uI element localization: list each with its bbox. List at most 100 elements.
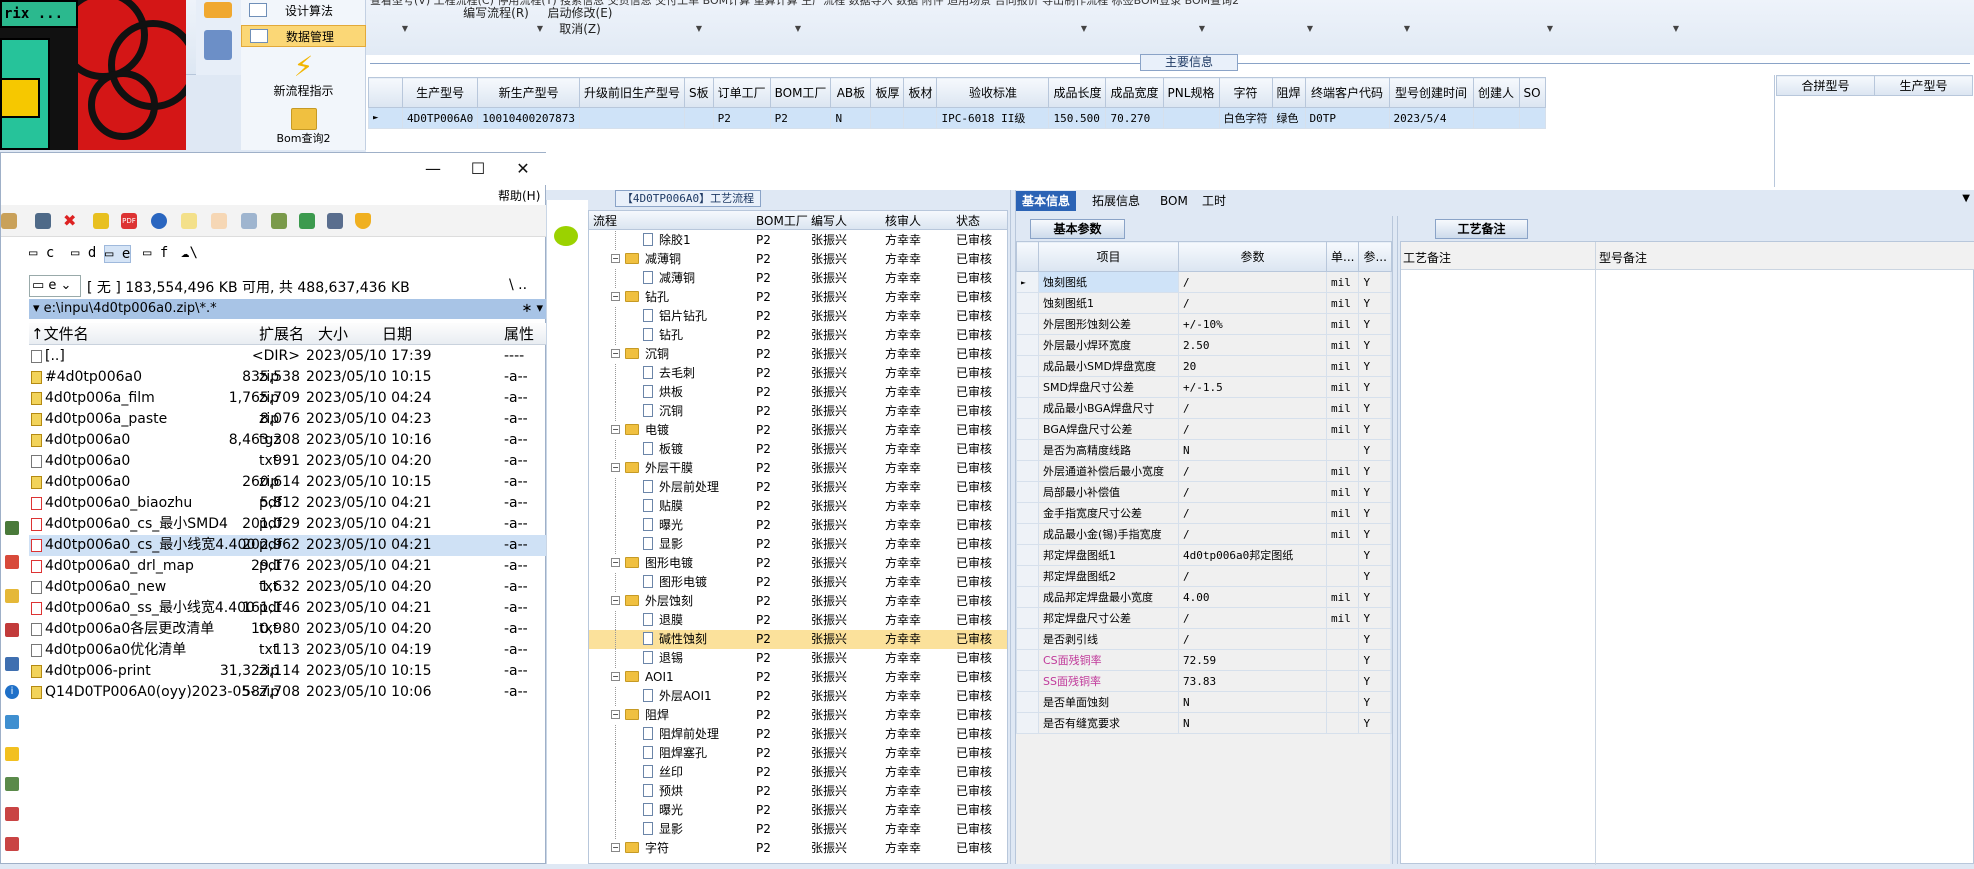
process-row[interactable]: − 外层蚀刻 P2 张振兴 方幸幸 已审核 (589, 592, 1007, 611)
path-dropdown-icon[interactable]: ∗ ▾ (521, 299, 543, 319)
param-value[interactable]: / (1178, 271, 1327, 293)
tool-icon[interactable] (204, 30, 232, 60)
param-row[interactable]: 邦定焊盘图纸2/ Y (1016, 565, 1392, 587)
param-row[interactable]: 金手指宽度尺寸公差 / mil Y (1016, 502, 1392, 524)
help-menu[interactable]: 帮助(H) (498, 187, 540, 204)
col-writer[interactable]: 编写人 (811, 212, 847, 229)
menu-data-mgmt[interactable]: 数据管理 (241, 25, 366, 47)
dropdown-arrow[interactable]: ▼ (689, 24, 709, 33)
process-row[interactable]: 碱性蚀刻 P2 张振兴 方幸幸 已审核 (589, 630, 1007, 649)
globe-icon[interactable] (151, 213, 167, 229)
process-row[interactable]: − 外层干膜 P2 张振兴 方幸幸 已审核 (589, 459, 1007, 478)
col-item[interactable]: 项目 (1038, 241, 1179, 272)
process-row[interactable]: 沉铜 P2 张振兴 方幸幸 已审核 (589, 402, 1007, 421)
process-row[interactable]: − 电镀 P2 张振兴 方幸幸 已审核 (589, 421, 1007, 440)
process-row[interactable]: 板镀 P2 张振兴 方幸幸 已审核 (589, 440, 1007, 459)
print-icon[interactable] (241, 213, 257, 229)
col-process-note[interactable]: 工艺备注 (1403, 249, 1451, 266)
process-row[interactable]: 减薄铜 P2 张振兴 方幸幸 已审核 (589, 269, 1007, 288)
param-value[interactable]: / (1178, 628, 1327, 650)
param-value[interactable]: / (1178, 397, 1327, 419)
splitter-handle[interactable] (1392, 216, 1398, 864)
param-row[interactable]: 外层最小焊环宽度 2.50 mil Y (1016, 334, 1392, 356)
param-row[interactable]: 是否为高精度线路 N Y (1016, 439, 1392, 461)
file-row[interactable]: 4d0tp006a0_ss_最小线宽4.400 pdf 161,146 2023/05… (29, 598, 547, 619)
start-modify-button[interactable]: 启动修改(E) (534, 4, 626, 21)
minimize-button[interactable]: — (413, 159, 453, 179)
dropdown-arrow-icon[interactable]: ▼ (1962, 193, 1970, 204)
file-row[interactable]: 4d0tp006-print zip 31,323,114 2023/05/10 10… (29, 661, 547, 682)
file-row[interactable]: 4d0tp006a0 txt 991 2023/05/10 04:20 -a-- (29, 451, 547, 472)
tab-bom[interactable]: BOM (1154, 191, 1194, 211)
param-row[interactable]: 成品最小SMD焊盘宽度 20 mil Y (1016, 355, 1392, 377)
col-17[interactable]: 创建人 (1472, 77, 1520, 108)
param-value[interactable]: / (1178, 565, 1327, 587)
pdf-icon[interactable]: PDF (121, 213, 137, 229)
process-row[interactable]: 显影 P2 张振兴 方幸幸 已审核 (589, 535, 1007, 554)
col-reviewer[interactable]: 核审人 (885, 212, 921, 229)
param-value[interactable]: / (1178, 460, 1327, 482)
file-row[interactable]: 4d0tp006a_paste zip 8,076 2023/05/10 04:23-… (29, 409, 547, 430)
dropdown-arrow[interactable]: ▼ (1540, 24, 1560, 33)
param-value[interactable]: / (1178, 523, 1327, 545)
tool-icon[interactable] (5, 807, 19, 821)
file-row[interactable]: 4d0tp006a0 tgz 8,463,308 2023/05/10 10:16 -a… (29, 430, 547, 451)
param-value[interactable]: / (1178, 502, 1327, 524)
process-row[interactable]: 烘板 P2 张振兴 方幸幸 已审核 (589, 383, 1007, 402)
file-row[interactable]: 4d0tp006a0_drl_map pdf 29,176 2023/05/10 04… (29, 556, 547, 577)
dropdown-arrow[interactable]: ▼ (788, 24, 808, 33)
param-row[interactable]: 蚀刻图纸1/mil Y (1016, 292, 1392, 314)
col-14[interactable]: 阻焊 (1271, 77, 1306, 108)
col-9[interactable]: 验收标准 (936, 77, 1050, 108)
param-value[interactable]: 4d0tp006a0邦定图纸 (1178, 544, 1327, 566)
param-row[interactable]: 局部最小补偿值 / mil Y (1016, 481, 1392, 503)
col-date[interactable]: 日期 (382, 324, 412, 344)
process-row[interactable]: 阻焊塞孔 P2 张振兴 方幸幸 已审核 (589, 744, 1007, 763)
col-ext[interactable]: 扩展名 (259, 324, 304, 344)
refresh-icon[interactable] (35, 213, 51, 229)
param-value[interactable]: / (1178, 481, 1327, 503)
process-row[interactable]: 曝光 P2 张振兴 方幸幸 已审核 (589, 801, 1007, 820)
file-row[interactable]: 4d0tp006a0 zip 260,614 2023/05/10 10:15 -a-- (29, 472, 547, 493)
compare-icon[interactable] (327, 213, 343, 229)
collapse-icon[interactable]: − (611, 596, 620, 605)
file-row[interactable]: 4d0tp006a0_cs_最小SMD4 pdf 201,029 2023/05/10… (29, 514, 547, 535)
param-value[interactable]: 2.50 (1178, 334, 1327, 356)
param-value[interactable]: N (1178, 712, 1327, 734)
param-row[interactable]: 是否剥引线 / Y (1016, 628, 1392, 650)
param-row[interactable]: 成品最小金(锡)手指宽度 / mil Y (1016, 523, 1392, 545)
process-row[interactable]: 外层AOI1 P2 张振兴 方幸幸 已审核 (589, 687, 1007, 706)
process-row[interactable]: 曝光 P2 张振兴 方幸幸 已审核 (589, 516, 1007, 535)
process-row[interactable]: 退锡 P2 张振兴 方幸幸 已审核 (589, 649, 1007, 668)
collapse-icon[interactable]: − (611, 425, 620, 434)
file-row[interactable]: 4d0tp006a0_new txt 1,632 2023/05/10 04:20 -a… (29, 577, 547, 598)
col-bom-factory[interactable]: BOM工厂 (756, 212, 808, 229)
dropdown-arrow[interactable]: ▼ (1192, 24, 1212, 33)
col-prod-model[interactable]: 生产型号 (1874, 75, 1973, 96)
folder-icon[interactable] (5, 589, 19, 603)
grid-icon[interactable] (204, 2, 232, 18)
drive-f[interactable]: ▭ f (143, 245, 168, 261)
col-7[interactable]: 板厚 (870, 77, 905, 108)
path-bar[interactable]: ▾ e:\inpu\4d0tp006a0.zip\*.* ∗ ▾ (29, 299, 547, 319)
process-row[interactable]: 丝印 P2 张振兴 方幸幸 已审核 (589, 763, 1007, 782)
file-row[interactable]: 4d0tp006a0优化清单 txt 113 2023/05/10 04:19 -a-- (29, 640, 547, 661)
param-row[interactable]: 邦定焊盘尺寸公差 / mil Y (1016, 607, 1392, 629)
process-row[interactable]: 预烘 P2 张振兴 方幸幸 已审核 (589, 782, 1007, 801)
process-notes-tab[interactable]: 工艺备注 (1435, 219, 1528, 239)
file-row[interactable]: 4d0tp006a0_cs_最小线宽4.400 pdf 202,962 2023/05… (29, 535, 547, 556)
param-value[interactable]: / (1178, 292, 1327, 314)
process-row[interactable]: 去毛刺 P2 张振兴 方幸幸 已审核 (589, 364, 1007, 383)
param-row[interactable]: ► 蚀刻图纸 / mil Y (1016, 271, 1392, 293)
people-icon[interactable] (271, 213, 287, 229)
param-value[interactable]: N (1178, 691, 1327, 713)
process-row[interactable]: − 字符 P2 张振兴 方幸幸 已审核 (589, 839, 1007, 858)
col-merge-model[interactable]: 合拼型号 (1776, 75, 1875, 96)
cancel-button[interactable]: 取消(Z) (540, 20, 620, 37)
collapse-icon[interactable]: − (611, 254, 620, 263)
file-icon[interactable] (211, 213, 227, 229)
collapse-icon[interactable]: − (611, 349, 620, 358)
main-info-tab[interactable]: 主要信息 (1140, 54, 1238, 71)
param-row[interactable]: 成品最小BGA焊盘尺寸 / mil Y (1016, 397, 1392, 419)
pack-icon[interactable] (93, 213, 109, 229)
